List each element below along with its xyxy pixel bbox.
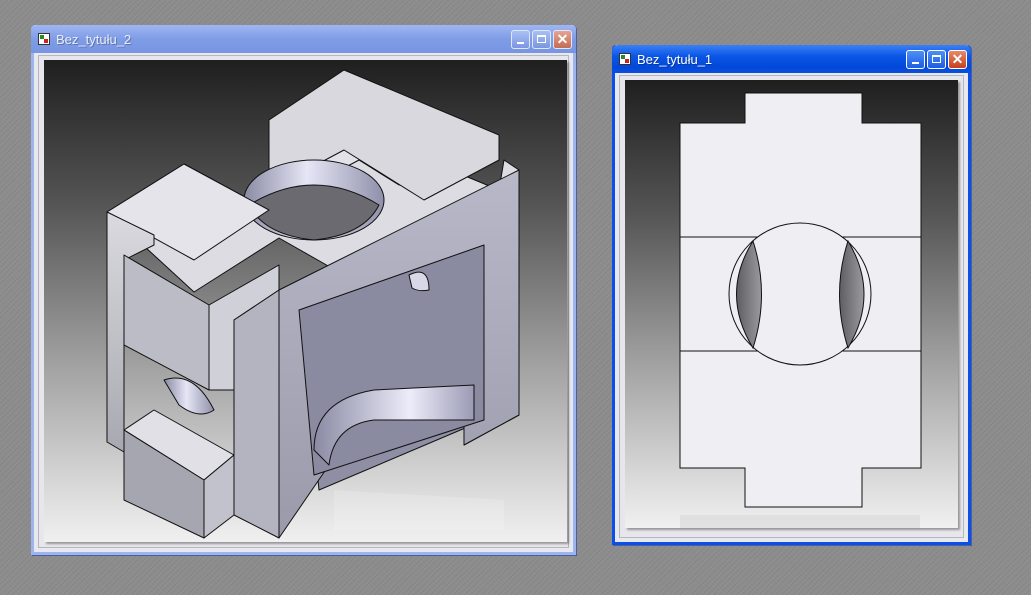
close-button[interactable]: ✕ [948,49,967,69]
minimize-button[interactable] [906,49,925,69]
3d-viewport[interactable] [44,60,567,542]
document-client-area [38,55,569,548]
minimize-icon [912,61,919,64]
minimize-button[interactable] [511,29,530,49]
title-bar[interactable]: Bez_tytułu_1 ✕ [612,45,971,73]
3d-viewport[interactable] [625,80,958,528]
maximize-button[interactable] [927,49,946,69]
maximize-icon [932,54,941,63]
window-title: Bez_tytułu_2 [56,31,132,47]
document-client-area [619,75,964,538]
orthographic-part-view [679,92,922,528]
title-bar[interactable]: Bez_tytułu_2 ✕ [31,25,576,53]
window-bez-tytulu-1[interactable]: Bez_tytułu_1 ✕ [612,45,971,545]
minimize-icon [517,41,524,44]
close-icon: ✕ [556,30,569,47]
close-button[interactable]: ✕ [553,29,572,49]
maximize-button[interactable] [532,29,551,49]
app-icon[interactable] [38,33,50,45]
close-icon: ✕ [951,50,964,67]
window-bez-tytulu-2[interactable]: Bez_tytułu_2 ✕ [31,25,576,555]
app-icon[interactable] [619,53,631,65]
isometric-part-model [106,69,520,539]
window-title: Bez_tytułu_1 [637,51,713,67]
maximize-icon [537,34,546,43]
